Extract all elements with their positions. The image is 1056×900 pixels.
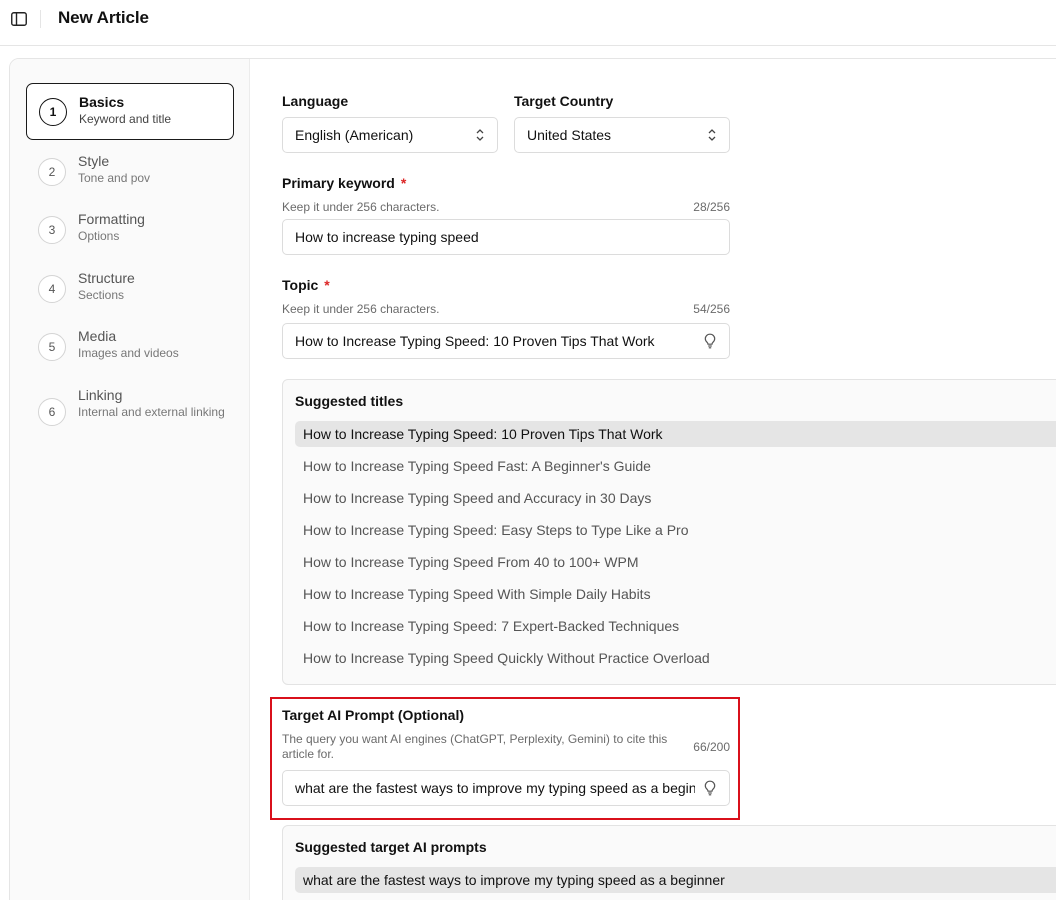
primary-keyword-label: Primary keyword *	[282, 175, 407, 191]
suggested-title-item[interactable]: How to Increase Typing Speed: Easy Steps…	[295, 517, 1056, 543]
step-title: Style	[78, 153, 110, 169]
topic-hint: Keep it under 256 characters.	[282, 302, 440, 316]
step-basics[interactable]: 1 Basics Keyword and title	[26, 83, 234, 140]
suggested-title-item[interactable]: How to Increase Typing Speed With Simple…	[295, 581, 1056, 607]
suggested-titles-heading: Suggested titles	[295, 393, 404, 409]
step-media[interactable]: 5 Media Images and videos	[26, 318, 234, 375]
suggested-titles-panel: Suggested titles How to Increase Typing …	[282, 379, 1056, 685]
chevrons-up-down-icon	[475, 128, 485, 142]
topic-field[interactable]	[282, 323, 730, 359]
sidebar-toggle-icon[interactable]	[10, 10, 28, 28]
language-label: Language	[282, 93, 349, 109]
suggested-title-item[interactable]: How to Increase Typing Speed From 40 to …	[295, 549, 1056, 575]
suggested-title-item[interactable]: How to Increase Typing Speed Fast: A Beg…	[295, 453, 1056, 479]
suggested-title-item[interactable]: How to Increase Typing Speed and Accurac…	[295, 485, 1056, 511]
required-mark: *	[400, 175, 407, 191]
highlight-annotation	[270, 697, 740, 820]
primary-keyword-field[interactable]	[282, 219, 730, 255]
lightbulb-icon[interactable]	[703, 333, 717, 349]
language-select[interactable]: English (American)	[282, 117, 498, 153]
step-number: 6	[38, 398, 66, 426]
step-style[interactable]: 2 Style Tone and pov	[26, 143, 234, 200]
step-subtitle: Keyword and title	[79, 112, 172, 126]
step-number: 1	[39, 97, 67, 126]
step-title: Media	[78, 328, 117, 344]
step-number: 4	[38, 274, 66, 303]
suggested-title-item[interactable]: How to Increase Typing Speed: 7 Expert-B…	[295, 613, 1056, 639]
step-title: Formatting	[78, 211, 145, 227]
step-subtitle: Images and videos	[78, 346, 179, 360]
top-bar: New Article	[0, 0, 1056, 46]
suggested-prompts-panel: Suggested target AI prompts what are the…	[282, 825, 1056, 900]
step-subtitle: Internal and external linking	[78, 405, 225, 419]
topic-label: Topic *	[282, 277, 330, 293]
country-select[interactable]: United States	[514, 117, 730, 153]
country-value: United States	[527, 127, 612, 143]
required-mark: *	[324, 277, 330, 293]
step-subtitle: Tone and pov	[78, 171, 151, 185]
step-title: Linking	[78, 387, 123, 403]
topic-input[interactable]	[295, 333, 695, 349]
primary-keyword-input[interactable]	[295, 229, 717, 245]
primary-keyword-counter: 28/256	[693, 200, 730, 214]
steps-sidebar: 1 Basics Keyword and title 2 Style Tone …	[10, 59, 250, 900]
suggested-prompt-item[interactable]: what are the fastest ways to improve my …	[295, 867, 1056, 893]
step-formatting[interactable]: 3 Formatting Options	[26, 201, 234, 258]
step-number: 3	[38, 215, 66, 244]
step-number: 2	[38, 157, 66, 186]
primary-keyword-hint: Keep it under 256 characters.	[282, 200, 440, 214]
suggested-title-item[interactable]: How to Increase Typing Speed Quickly Wit…	[295, 645, 1056, 671]
step-subtitle: Options	[78, 229, 120, 243]
topic-counter: 54/256	[693, 302, 730, 316]
chevrons-up-down-icon	[707, 128, 717, 142]
suggested-prompts-heading: Suggested target AI prompts	[295, 839, 487, 855]
suggested-title-item[interactable]: How to Increase Typing Speed: 10 Proven …	[295, 421, 1056, 447]
step-structure[interactable]: 4 Structure Sections	[26, 260, 234, 317]
step-linking[interactable]: 6 Linking Internal and external linking	[26, 377, 234, 445]
country-label: Target Country	[514, 93, 614, 109]
step-title: Structure	[78, 270, 135, 286]
step-number: 5	[38, 332, 66, 361]
step-title: Basics	[79, 94, 125, 110]
step-subtitle: Sections	[78, 288, 125, 302]
language-value: English (American)	[295, 127, 414, 143]
page-title: New Article	[58, 8, 149, 27]
topbar-divider	[40, 10, 41, 28]
